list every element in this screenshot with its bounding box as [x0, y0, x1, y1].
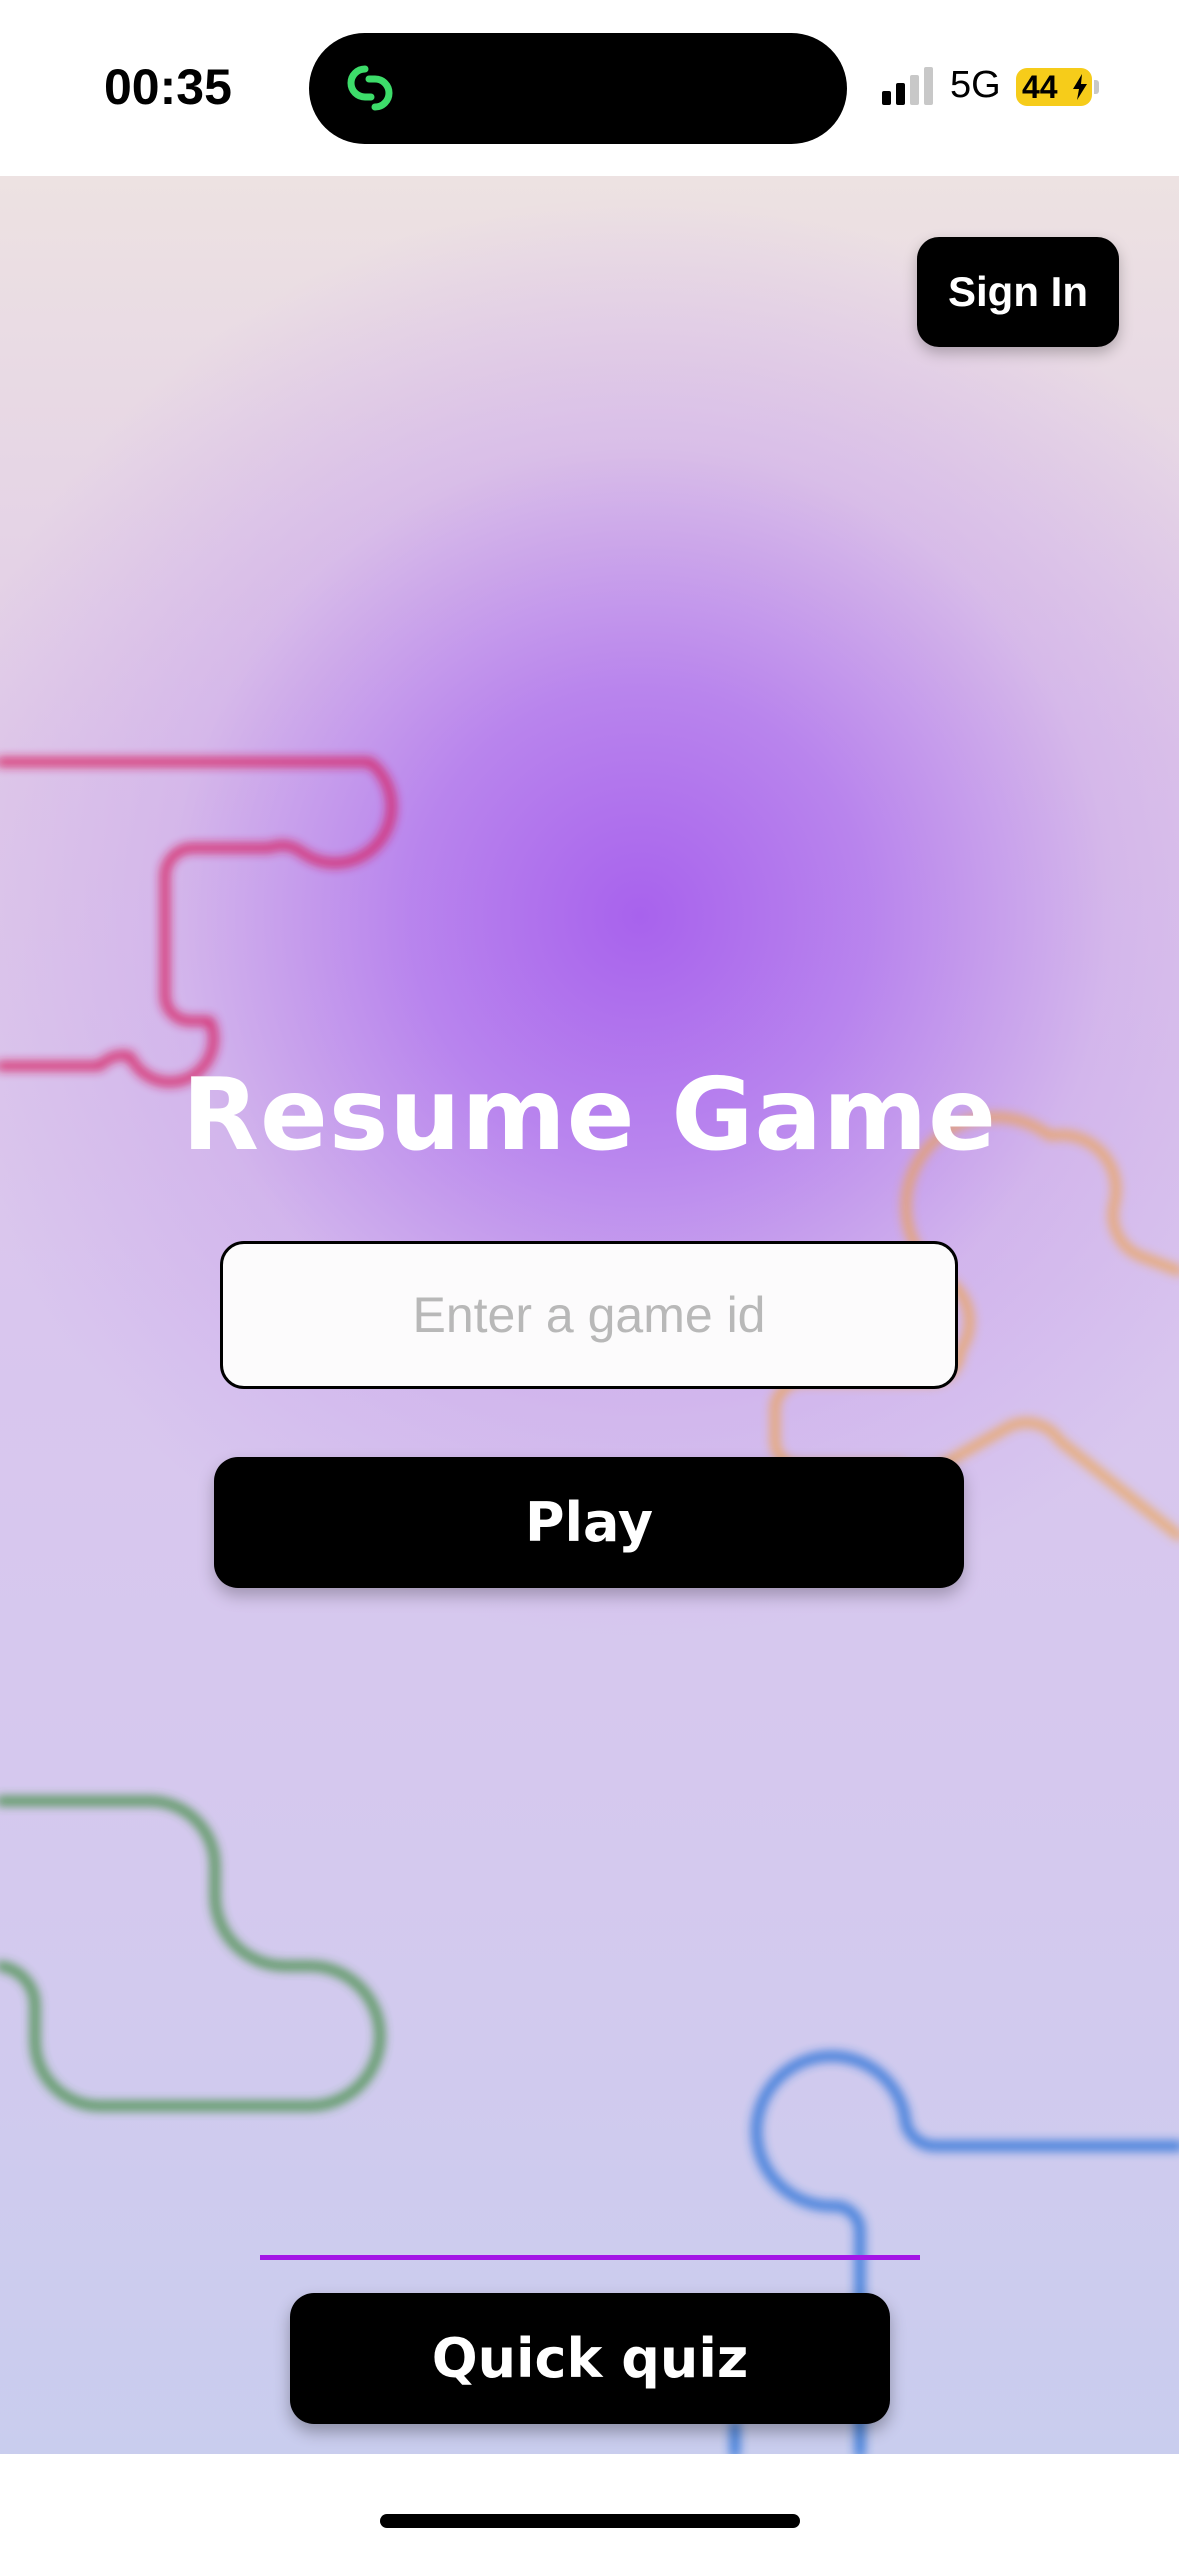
network-type: 5G: [950, 64, 1001, 106]
battery-nub: [1094, 80, 1099, 94]
home-indicator-area: [0, 2454, 1179, 2556]
red-squiggle: [0, 757, 397, 1087]
app-screen: Sign In Resume Game Play Quick quiz: [0, 176, 1179, 2454]
cellular-signal-icon: [882, 67, 933, 105]
status-time: 00:35: [104, 59, 232, 115]
page-title: Resume Game: [182, 1056, 997, 1173]
green-squiggle: [0, 1796, 385, 2111]
linked-rings-icon: [347, 65, 393, 111]
dynamic-island: [309, 33, 847, 144]
play-button[interactable]: Play: [214, 1457, 964, 1588]
game-id-input[interactable]: [220, 1241, 958, 1389]
battery-charging-icon: 44: [1016, 68, 1092, 106]
sign-in-button[interactable]: Sign In: [917, 237, 1119, 347]
charging-bolt-icon: [1073, 74, 1087, 100]
quick-quiz-button[interactable]: Quick quiz: [290, 2293, 890, 2424]
home-indicator[interactable]: [380, 2514, 800, 2528]
battery-level: 44: [1022, 69, 1058, 105]
status-bar: 00:35 5G 44: [0, 0, 1179, 176]
divider-line: [260, 2255, 920, 2260]
